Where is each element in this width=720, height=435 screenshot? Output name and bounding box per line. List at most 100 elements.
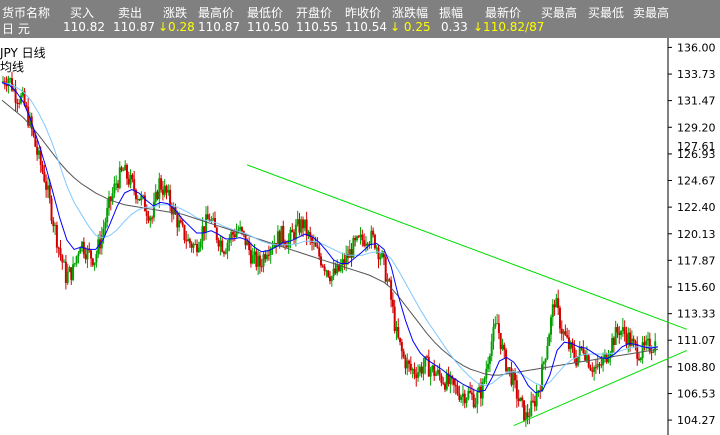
candle-body [104,222,107,229]
column-header-currency[interactable]: 货币名称 [2,4,50,21]
candle-body [43,171,46,182]
candle-body [192,244,195,248]
candle-body [330,276,333,282]
candle-body [454,384,457,387]
column-header-amplitude[interactable]: 振幅 [439,4,463,21]
candle-body [438,369,441,376]
candle-body [436,369,439,374]
column-header-high[interactable]: 最高价 [198,4,234,21]
candle-body [573,347,576,359]
column-header-prev-close[interactable]: 昨收价 [345,4,381,21]
candle-body [593,367,596,372]
column-header-latest[interactable]: 最新价 [485,4,521,21]
candle-body [90,250,93,259]
candle-body [542,362,545,365]
candle-body [431,365,434,370]
candle-body [63,261,66,263]
candle-body [289,229,292,241]
candlestick-chart[interactable]: 136.00133.73131.47129.20126.93124.67122.… [0,38,720,435]
candle-body [521,397,524,401]
candle-body [388,279,391,281]
candle-body [611,337,614,353]
candle-body [221,240,224,252]
candle-body [465,398,468,404]
candle-body [517,398,520,402]
column-header-ask-high[interactable]: 卖最高 [633,4,669,21]
candle-body [354,237,357,241]
candle-body [298,219,301,233]
candle-body [136,198,139,200]
candle-body [652,351,655,353]
candle-body [249,250,252,264]
candle-body [212,218,215,220]
candle-body [68,267,71,272]
y-tick-label: 131.47 [677,95,716,108]
candle-body [621,327,624,332]
candle-body [321,265,324,267]
candle-body [262,254,265,267]
candle-body [332,268,335,277]
candle-body [264,254,267,260]
candle-body [293,232,296,240]
candle-body [178,220,181,228]
candle-body [476,392,479,405]
candle-body [46,185,49,190]
candle-body [72,264,75,280]
candle-body [587,355,590,368]
candle-body [456,386,459,394]
forex-terminal-window: 货币名称 买入 卖出 涨跌 最高价 最低价 开盘价 昨收价 涨跌幅 振幅 最新价… [0,0,720,435]
candle-body [386,279,389,282]
candle-body [443,383,446,390]
candle-body [77,253,80,257]
candle-body [323,266,326,271]
y-tick-label: 122.40 [677,201,716,214]
y-tick-label: 113.33 [677,308,716,321]
column-header-open[interactable]: 开盘价 [296,4,332,21]
candle-body [598,364,601,366]
candle-body [108,196,111,208]
candle-body [147,215,150,221]
column-header-bid-high[interactable]: 买最高 [541,4,577,21]
candle-body [452,378,455,385]
candle-body [160,178,163,190]
candle-body [506,367,509,372]
change-value: ↓0.28 [158,20,195,34]
candle-body [566,335,569,338]
candle-body [523,400,526,421]
candle-body [190,243,193,248]
candle-body [219,240,222,247]
column-header-change[interactable]: 涨跌 [163,4,187,21]
candle-body [199,241,202,248]
candle-body [373,234,376,249]
candle-body [115,183,118,185]
candle-body [305,219,308,236]
candle-body [201,226,204,242]
candle-body [413,369,416,375]
candle-body [625,334,628,345]
candle-body [361,234,364,241]
column-header-buy[interactable]: 买入 [70,4,94,21]
candle-body [357,236,360,238]
candle-body [406,360,409,369]
candle-body [508,367,511,369]
column-header-sell[interactable]: 卖出 [118,4,142,21]
candle-body [564,331,567,336]
candle-body [636,343,639,359]
candle-body [73,263,76,265]
candle-body [415,374,418,378]
y-tick-label: 136.00 [677,41,716,54]
currency-name[interactable]: 日 元 [2,20,30,37]
column-header-bid-low[interactable]: 买最低 [588,4,624,21]
candle-body [364,243,367,246]
candle-body [300,219,303,233]
candle-body [627,332,630,345]
candle-body [66,271,69,283]
candle-body [206,214,209,220]
candle-body [549,317,552,335]
candle-body [336,264,339,274]
y-tick-label: 133.73 [677,68,716,81]
candle-body [594,367,597,369]
column-header-change-pct[interactable]: 涨跌幅 [392,4,428,21]
column-header-low[interactable]: 最低价 [247,4,283,21]
candle-body [253,251,256,256]
